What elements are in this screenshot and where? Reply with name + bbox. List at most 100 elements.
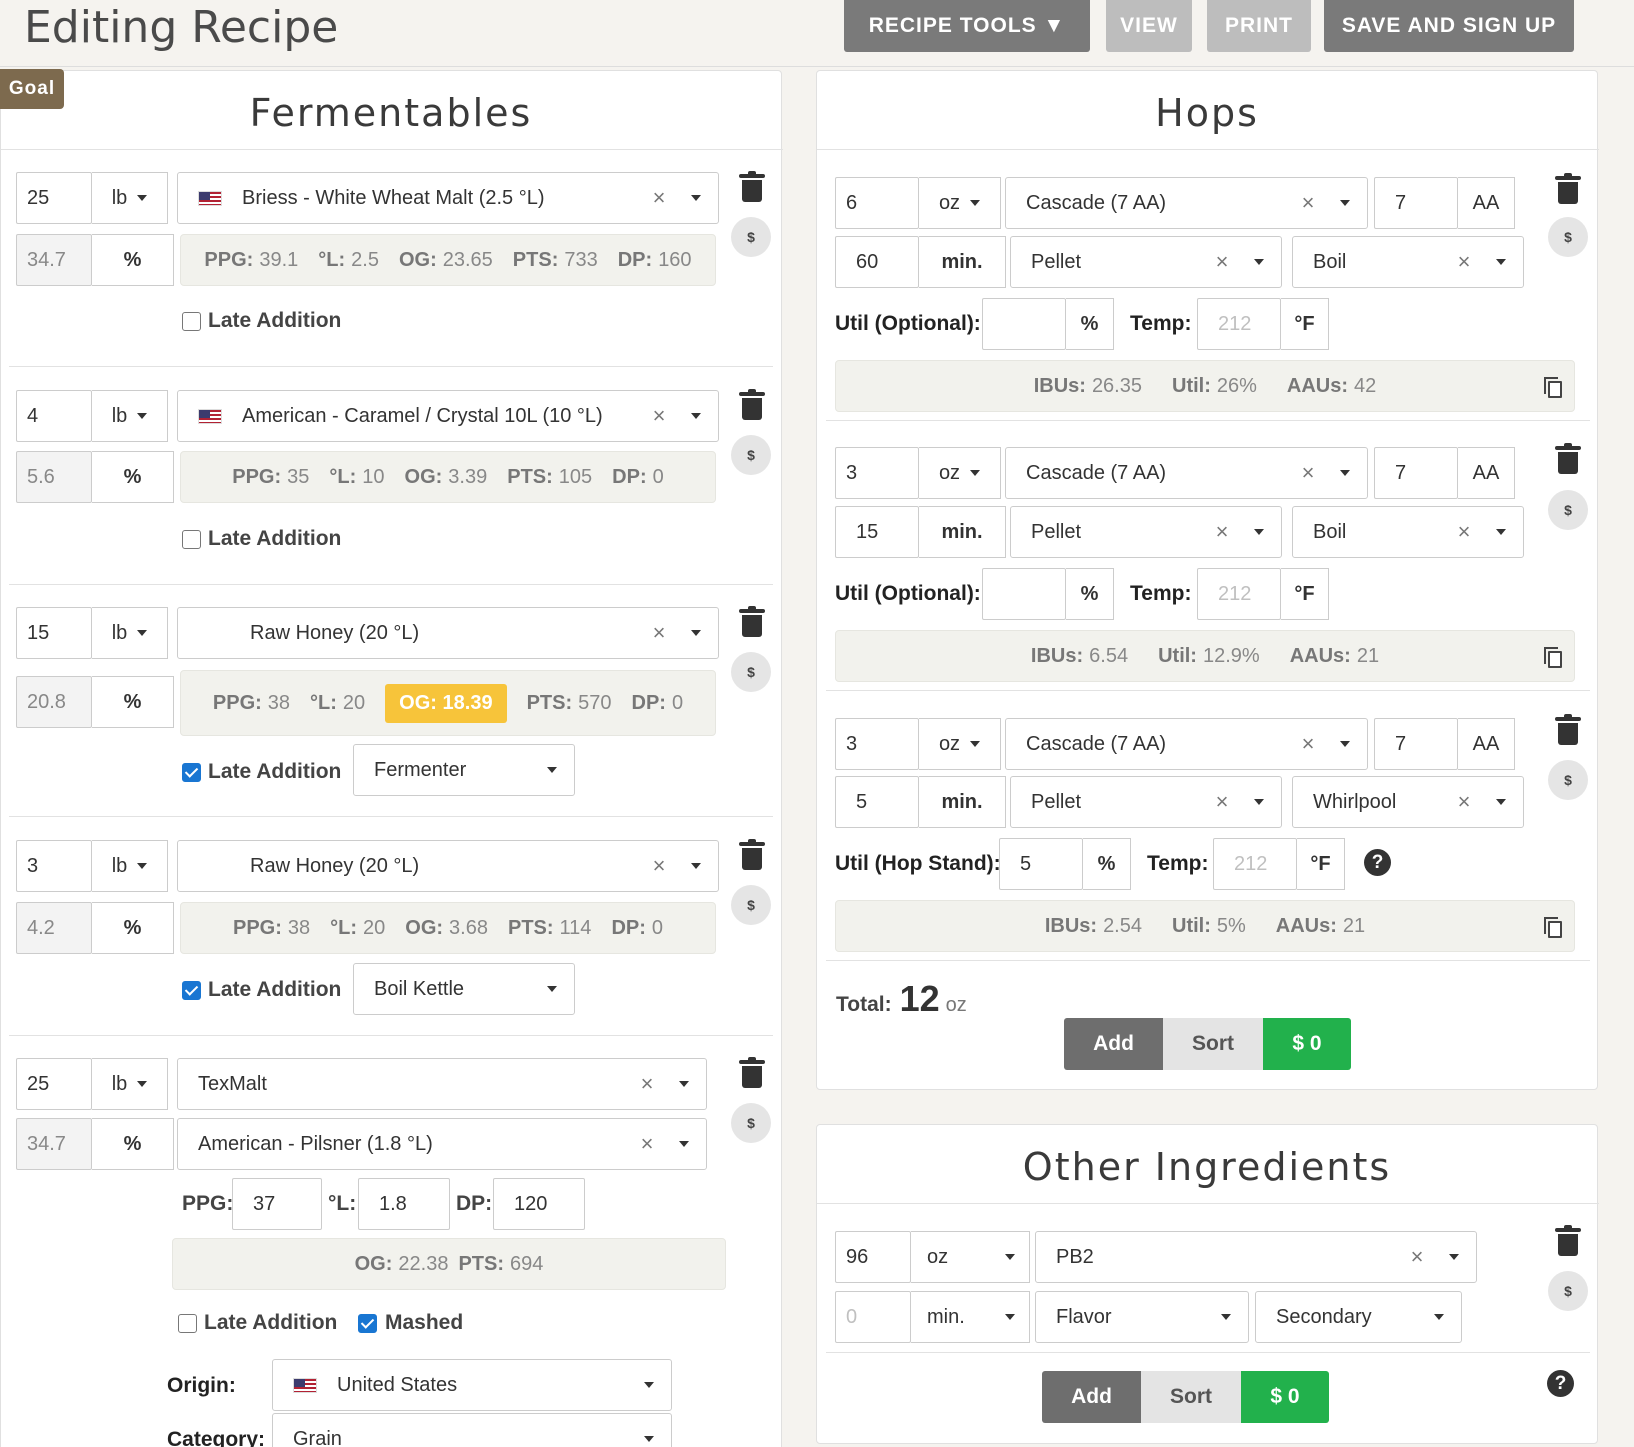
late-addition-checkbox[interactable]: [182, 763, 201, 782]
late-addition-checkbox[interactable]: [182, 981, 201, 1000]
other-sort-button[interactable]: Sort: [1141, 1371, 1241, 1423]
caret-down-icon[interactable]: [1340, 470, 1350, 476]
caret-down-icon[interactable]: [691, 863, 701, 869]
cost-button[interactable]: $: [1548, 1271, 1588, 1311]
clear-icon[interactable]: ×: [1293, 460, 1323, 486]
form-select[interactable]: Pellet ×: [1010, 776, 1282, 828]
fermentable-select[interactable]: Briess - White Wheat Malt (2.5 °L) ×: [177, 172, 719, 224]
clear-icon[interactable]: ×: [644, 403, 674, 429]
base-fermentable-select[interactable]: American - Pilsner (1.8 °L) ×: [177, 1118, 707, 1170]
other-add-button[interactable]: Add: [1042, 1371, 1141, 1423]
cost-button[interactable]: $: [1548, 760, 1588, 800]
fermentable-name-select[interactable]: TexMalt ×: [177, 1058, 707, 1110]
view-button[interactable]: VIEW: [1106, 0, 1192, 52]
print-button[interactable]: PRINT: [1207, 0, 1311, 52]
amount-input[interactable]: 3: [16, 840, 92, 892]
unit-select[interactable]: lb: [92, 390, 168, 442]
percent-input[interactable]: 34.7: [16, 234, 92, 286]
unit-select[interactable]: oz: [919, 718, 1001, 770]
trash-icon[interactable]: [1555, 173, 1581, 206]
percent-input[interactable]: 5.6: [16, 451, 92, 503]
amount-input[interactable]: 3: [835, 718, 919, 770]
caret-down-icon[interactable]: [691, 195, 701, 201]
clear-icon[interactable]: ×: [644, 620, 674, 646]
lovibond-input[interactable]: 1.8: [358, 1178, 450, 1230]
hop-select[interactable]: Cascade (7 AA) ×: [1005, 177, 1368, 229]
use-select[interactable]: Boil ×: [1292, 506, 1524, 558]
caret-down-icon[interactable]: [1449, 1254, 1459, 1260]
fermentable-select[interactable]: Raw Honey (20 °L) ×: [177, 840, 719, 892]
unit-select[interactable]: oz: [919, 447, 1001, 499]
percent-input[interactable]: 34.7: [16, 1118, 92, 1170]
cost-button[interactable]: $: [731, 435, 771, 475]
unit-select[interactable]: lb: [92, 172, 168, 224]
time-input[interactable]: 60: [835, 236, 919, 288]
cost-button[interactable]: $: [731, 1103, 771, 1143]
percent-input[interactable]: 20.8: [16, 676, 92, 728]
trash-icon[interactable]: [739, 1057, 765, 1090]
caret-down-icon[interactable]: [679, 1081, 689, 1087]
save-signup-button[interactable]: SAVE AND SIGN UP: [1324, 0, 1574, 52]
caret-down-icon[interactable]: [691, 413, 701, 419]
category-select[interactable]: Grain: [272, 1413, 672, 1447]
type-select[interactable]: Flavor: [1035, 1291, 1249, 1343]
hop-select[interactable]: Cascade (7 AA) ×: [1005, 447, 1368, 499]
amount-input[interactable]: 6: [835, 177, 919, 229]
unit-select[interactable]: oz: [919, 177, 1001, 229]
copy-icon[interactable]: [1544, 377, 1562, 398]
caret-down-icon[interactable]: [679, 1141, 689, 1147]
time-input[interactable]: 0: [835, 1291, 911, 1343]
clear-icon[interactable]: ×: [1449, 519, 1479, 545]
late-addition-checkbox[interactable]: [182, 530, 201, 549]
amount-input[interactable]: 4: [16, 390, 92, 442]
other-cost-button[interactable]: $ 0: [1241, 1371, 1329, 1423]
clear-icon[interactable]: ×: [632, 1071, 662, 1097]
time-unit-select[interactable]: min.: [911, 1291, 1030, 1343]
caret-down-icon[interactable]: [1496, 259, 1506, 265]
hops-cost-button[interactable]: $ 0: [1263, 1018, 1351, 1070]
clear-icon[interactable]: ×: [644, 185, 674, 211]
trash-icon[interactable]: [739, 839, 765, 872]
clear-icon[interactable]: ×: [1449, 789, 1479, 815]
caret-down-icon[interactable]: [1254, 529, 1264, 535]
mashed-checkbox[interactable]: [358, 1314, 377, 1333]
clear-icon[interactable]: ×: [1449, 249, 1479, 275]
caret-down-icon[interactable]: [1254, 799, 1264, 805]
trash-icon[interactable]: [739, 389, 765, 422]
clear-icon[interactable]: ×: [1402, 1244, 1432, 1270]
cost-button[interactable]: $: [731, 885, 771, 925]
form-select[interactable]: Pellet ×: [1010, 506, 1282, 558]
hops-sort-button[interactable]: Sort: [1163, 1018, 1263, 1070]
util-input[interactable]: [982, 568, 1066, 620]
aa-input[interactable]: 7: [1374, 718, 1458, 770]
aa-input[interactable]: 7: [1374, 177, 1458, 229]
clear-icon[interactable]: ×: [644, 853, 674, 879]
dp-input[interactable]: 120: [493, 1178, 585, 1230]
hops-add-button[interactable]: Add: [1064, 1018, 1163, 1070]
temp-input[interactable]: 212: [1197, 298, 1281, 350]
cost-button[interactable]: $: [1548, 217, 1588, 257]
unit-select[interactable]: oz: [911, 1231, 1030, 1283]
caret-down-icon[interactable]: [1496, 799, 1506, 805]
temp-input[interactable]: 212: [1213, 838, 1297, 890]
amount-input[interactable]: 3: [835, 447, 919, 499]
caret-down-icon[interactable]: [691, 630, 701, 636]
trash-icon[interactable]: [739, 171, 765, 204]
clear-icon[interactable]: ×: [1207, 249, 1237, 275]
late-addition-select[interactable]: Boil Kettle: [353, 963, 575, 1015]
ppg-input[interactable]: 37: [232, 1178, 322, 1230]
recipe-tools-button[interactable]: RECIPE TOOLS ▼: [844, 0, 1090, 52]
use-select[interactable]: Whirlpool ×: [1292, 776, 1524, 828]
unit-select[interactable]: lb: [92, 840, 168, 892]
clear-icon[interactable]: ×: [1293, 731, 1323, 757]
fermentable-select[interactable]: American - Caramel / Crystal 10L (10 °L)…: [177, 390, 719, 442]
use-select[interactable]: Secondary: [1255, 1291, 1462, 1343]
copy-icon[interactable]: [1544, 647, 1562, 668]
amount-input[interactable]: 25: [16, 172, 92, 224]
caret-down-icon[interactable]: [1340, 741, 1350, 747]
temp-input[interactable]: 212: [1197, 568, 1281, 620]
late-addition-select[interactable]: Fermenter: [353, 744, 575, 796]
util-input[interactable]: 5: [999, 838, 1083, 890]
goal-tab[interactable]: Goal: [0, 69, 64, 109]
cost-button[interactable]: $: [731, 652, 771, 692]
